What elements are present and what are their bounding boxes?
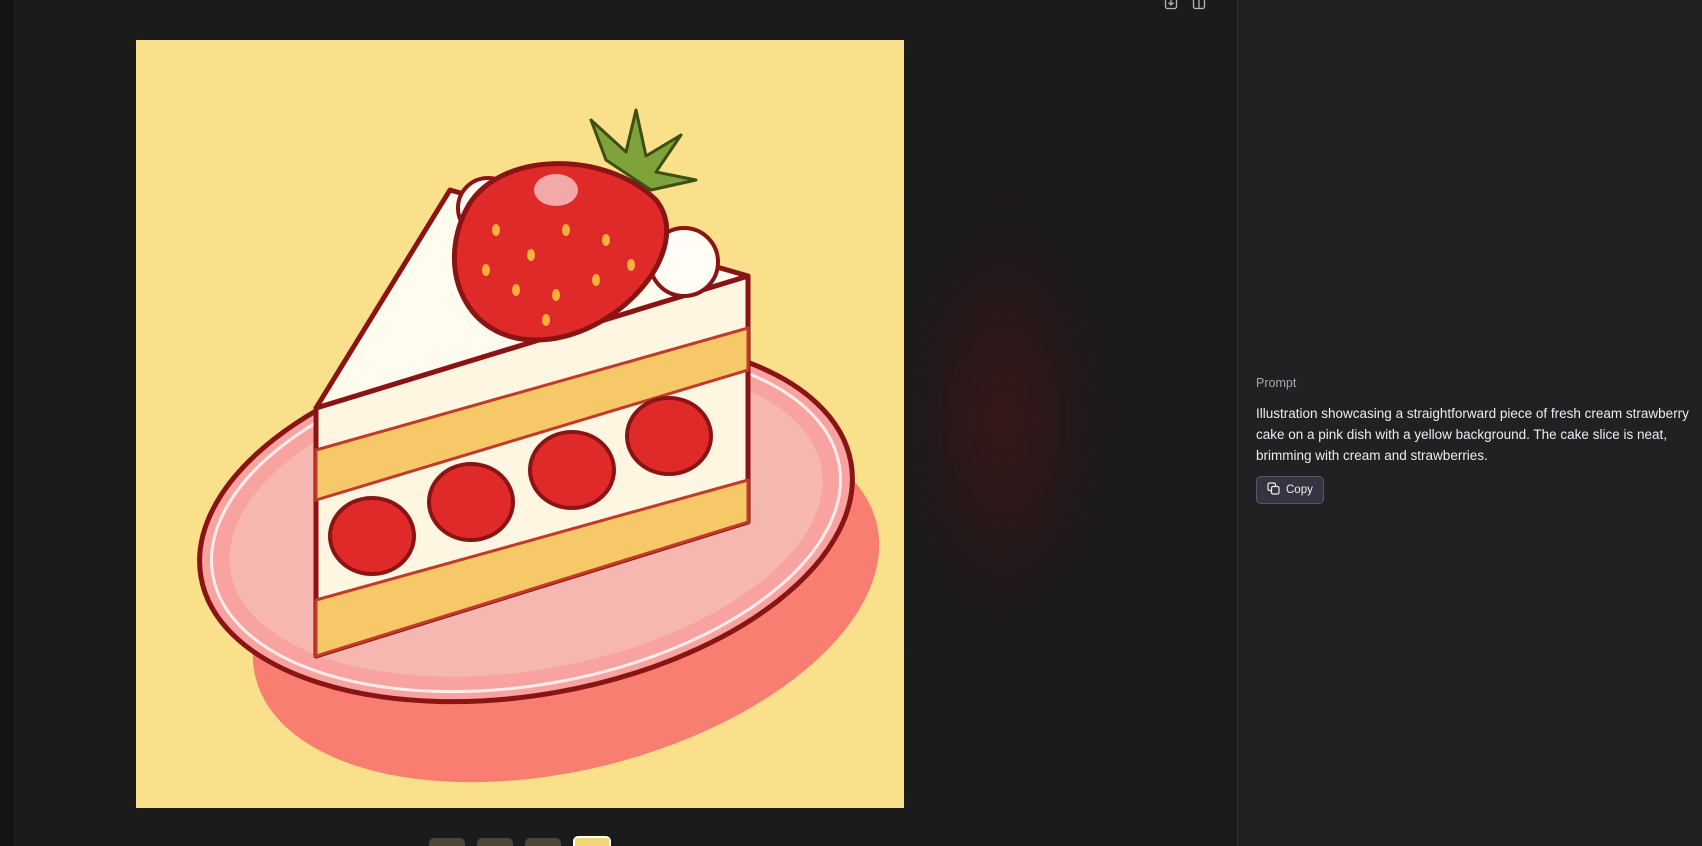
generated-image[interactable] xyxy=(136,40,904,808)
prompt-label: Prompt xyxy=(1256,376,1297,390)
cake-illustration xyxy=(136,40,904,808)
prompt-block: Prompt Illustration showcasing a straigh… xyxy=(1256,376,1696,504)
prompt-text: Illustration showcasing a straightforwar… xyxy=(1256,406,1689,463)
copy-icon xyxy=(1267,482,1280,498)
thumbnail-2[interactable] xyxy=(477,838,513,846)
prompt-panel: Prompt Illustration showcasing a straigh… xyxy=(1237,0,1702,846)
image-viewer xyxy=(0,0,1237,846)
image-backdrop-glow xyxy=(900,170,1130,670)
copy-label: Copy xyxy=(1286,484,1313,496)
thumbnail-3[interactable] xyxy=(525,838,561,846)
thumbnail-strip xyxy=(429,836,611,846)
left-edge xyxy=(0,0,14,846)
thumbnail-4-selected[interactable] xyxy=(573,836,611,846)
viewer-actions xyxy=(1163,0,1207,12)
thumbnail-1[interactable] xyxy=(429,838,465,846)
copy-button[interactable]: Copy xyxy=(1256,476,1324,504)
panel-icon[interactable] xyxy=(1191,0,1207,11)
download-icon[interactable] xyxy=(1163,0,1179,11)
